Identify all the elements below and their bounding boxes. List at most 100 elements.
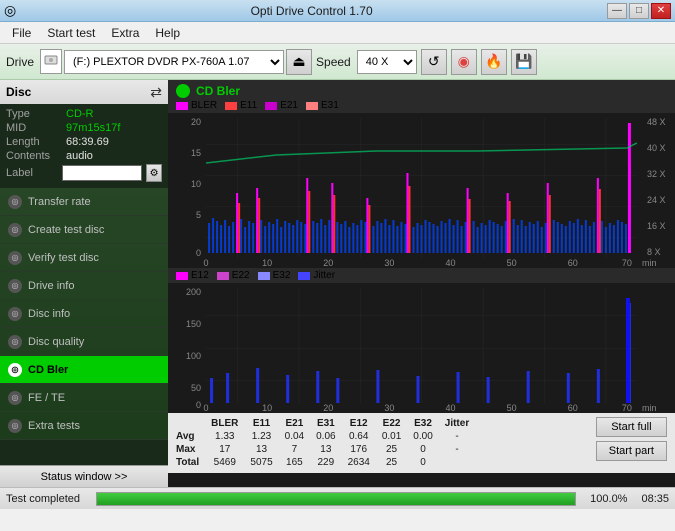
sidebar-item-label: CD Bler xyxy=(28,364,68,376)
start-full-button[interactable]: Start full xyxy=(596,417,667,437)
row-max-e31: 13 xyxy=(310,443,341,456)
legend-e12-color xyxy=(176,272,188,280)
svg-text:50: 50 xyxy=(191,383,201,393)
disc-info-panel: Type CD-R MID 97m15s17f Length 68:39.69 … xyxy=(0,104,168,188)
label-input[interactable] xyxy=(62,165,142,181)
legend-e11-color xyxy=(225,102,237,110)
length-value: 68:39.69 xyxy=(66,136,109,148)
row-avg-e11: 1.23 xyxy=(244,430,278,443)
svg-text:48 X: 48 X xyxy=(647,117,666,127)
svg-text:20: 20 xyxy=(191,117,201,127)
stats-table: BLER E11 E21 E31 E12 E22 E32 Jitter Avg … xyxy=(176,417,475,469)
row-avg-e12: 0.64 xyxy=(342,430,376,443)
label-settings-button[interactable]: ⚙ xyxy=(146,164,162,182)
burn-button[interactable]: 🔥 xyxy=(481,49,507,75)
row-total-e21: 165 xyxy=(279,456,310,469)
row-max-e22: 25 xyxy=(376,443,407,456)
svg-text:40: 40 xyxy=(446,258,456,268)
svg-text:30: 30 xyxy=(384,403,394,413)
col-e11: E11 xyxy=(244,417,278,430)
stats-area: BLER E11 E21 E31 E12 E22 E32 Jitter Avg … xyxy=(168,413,675,473)
row-avg-label: Avg xyxy=(176,430,205,443)
app-icon: ◎ xyxy=(4,2,16,19)
row-max-bler: 17 xyxy=(205,443,244,456)
chart-2-header: E12 E22 E32 Jitter xyxy=(168,268,675,283)
sidebar-item-label: Disc quality xyxy=(28,336,84,348)
row-total-e32: 0 xyxy=(407,456,438,469)
transfer-rate-icon: ◎ xyxy=(8,195,22,209)
disc-title: Disc xyxy=(6,85,31,99)
speed-select[interactable]: 40 X xyxy=(357,50,417,74)
row-total-e12: 2634 xyxy=(342,456,376,469)
svg-text:70: 70 xyxy=(622,403,632,413)
legend-e22-color xyxy=(217,272,229,280)
col-e22: E22 xyxy=(376,417,407,430)
type-value: CD-R xyxy=(66,108,94,120)
menu-bar: File Start test Extra Help xyxy=(0,22,675,44)
maximize-button[interactable]: □ xyxy=(629,3,649,19)
sidebar-item-transfer-rate[interactable]: ◎ Transfer rate xyxy=(0,188,168,216)
chart-1-svg: 20 15 10 5 0 48 X 40 X 32 X 24 X 16 X 8 … xyxy=(176,113,667,268)
legend-e22: E22 xyxy=(217,270,250,281)
svg-text:16 X: 16 X xyxy=(647,221,666,231)
svg-text:min: min xyxy=(642,258,657,268)
svg-text:0: 0 xyxy=(204,403,209,413)
sidebar-item-label: Extra tests xyxy=(28,420,80,432)
menu-help[interactable]: Help xyxy=(147,24,188,42)
stats-row-total: Total 5469 5075 165 229 2634 25 0 xyxy=(176,456,475,469)
sidebar-item-label: Transfer rate xyxy=(28,196,91,208)
svg-text:30: 30 xyxy=(384,258,394,268)
row-max-jitter: - xyxy=(439,443,475,456)
sidebar-item-create-test-disc[interactable]: ◎ Create test disc xyxy=(0,216,168,244)
drive-select[interactable]: (F:) PLEXTOR DVDR PX-760A 1.07 xyxy=(64,50,284,74)
sidebar-item-fe-te[interactable]: ◎ FE / TE xyxy=(0,384,168,412)
close-button[interactable]: ✕ xyxy=(651,3,671,19)
row-total-bler: 5469 xyxy=(205,456,244,469)
sidebar-item-drive-info[interactable]: ◎ Drive info xyxy=(0,272,168,300)
save-button[interactable]: 💾 xyxy=(511,49,537,75)
status-text: Test completed xyxy=(6,493,80,505)
minimize-button[interactable]: — xyxy=(607,3,627,19)
start-part-button[interactable]: Start part xyxy=(596,441,667,461)
sidebar-item-label: Create test disc xyxy=(28,224,104,236)
svg-text:5: 5 xyxy=(196,210,201,220)
mid-value: 97m15s17f xyxy=(66,122,120,134)
sidebar-item-disc-info[interactable]: ◎ Disc info xyxy=(0,300,168,328)
disc-header: Disc ⇄ xyxy=(0,80,168,104)
legend-e32-color xyxy=(258,272,270,280)
menu-extra[interactable]: Extra xyxy=(103,24,147,42)
create-test-disc-icon: ◎ xyxy=(8,223,22,237)
refresh-button[interactable]: ↺ xyxy=(421,49,447,75)
time-display: 08:35 xyxy=(641,493,669,505)
erase-button[interactable]: ◉ xyxy=(451,49,477,75)
col-jitter: Jitter xyxy=(439,417,475,430)
legend-jitter-color xyxy=(298,272,310,280)
row-avg-e32: 0.00 xyxy=(407,430,438,443)
status-window-button[interactable]: Status window >> xyxy=(0,465,168,487)
window-controls: — □ ✕ xyxy=(607,3,671,19)
sidebar-item-extra-tests[interactable]: ◎ Extra tests xyxy=(0,412,168,440)
chart-2-svg: 200 150 100 50 0 0 10 20 30 40 50 60 70 … xyxy=(176,283,667,413)
legend-jitter: Jitter xyxy=(298,270,335,281)
disc-arrow-button[interactable]: ⇄ xyxy=(150,84,162,101)
menu-start-test[interactable]: Start test xyxy=(39,24,103,42)
svg-text:40 X: 40 X xyxy=(647,143,666,153)
sidebar-item-cd-bler[interactable]: ◎ CD Bler xyxy=(0,356,168,384)
svg-text:70: 70 xyxy=(622,258,632,268)
svg-text:0: 0 xyxy=(204,258,209,268)
row-total-e11: 5075 xyxy=(244,456,278,469)
menu-file[interactable]: File xyxy=(4,24,39,42)
sidebar-item-label: Verify test disc xyxy=(28,252,99,264)
fe-te-icon: ◎ xyxy=(8,391,22,405)
sidebar-item-label: FE / TE xyxy=(28,392,65,404)
chart-1: 20 15 10 5 0 48 X 40 X 32 X 24 X 16 X 8 … xyxy=(176,113,667,268)
eject-button[interactable]: ⏏ xyxy=(286,49,312,75)
sidebar-item-verify-test-disc[interactable]: ◎ Verify test disc xyxy=(0,244,168,272)
drive-info-icon: ◎ xyxy=(8,279,22,293)
col-e12: E12 xyxy=(342,417,376,430)
row-max-label: Max xyxy=(176,443,205,456)
svg-text:15: 15 xyxy=(191,148,201,158)
svg-text:8 X: 8 X xyxy=(647,247,661,257)
sidebar-item-disc-quality[interactable]: ◎ Disc quality xyxy=(0,328,168,356)
speed-label: Speed xyxy=(316,55,351,69)
